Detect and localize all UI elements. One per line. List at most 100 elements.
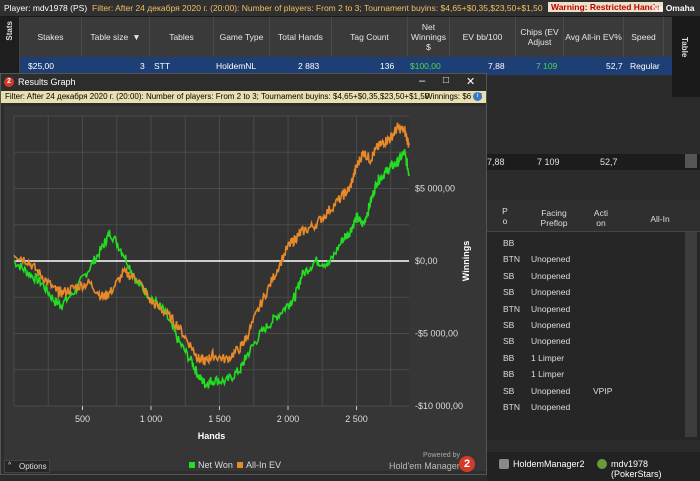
row-facing-preflop: Unopened xyxy=(531,287,571,298)
y-axis-title: Winnings xyxy=(461,241,471,281)
y-tick-label: -$10 000,00 xyxy=(415,401,463,411)
close-icon[interactable]: ✕ xyxy=(466,75,475,88)
hands-row[interactable]: BTN Unopened xyxy=(487,302,685,318)
row-position: BB xyxy=(503,369,515,380)
pokerstars-app-icon xyxy=(597,459,607,469)
hm-brand-logo: 2 xyxy=(459,456,475,472)
cell-tables: STT xyxy=(154,61,171,71)
info-icon[interactable]: i xyxy=(473,92,482,101)
cell-table-size: 3 xyxy=(140,61,145,71)
maximize-icon[interactable]: □ xyxy=(443,75,449,86)
col-chips-ev[interactable]: Chips (EV Adjust xyxy=(516,17,564,57)
row-action: VPIP xyxy=(593,385,613,396)
y-tick-label: $0,00 xyxy=(415,256,438,266)
filter-bar: Player: mdv1978 (PS) Filter: After 24 де… xyxy=(0,0,700,17)
col-table-size[interactable]: Table size ▼ xyxy=(82,17,150,57)
hands-row[interactable]: BB xyxy=(487,236,685,252)
window-titlebar[interactable]: 2 Results Graph – □ ✕ xyxy=(1,74,486,90)
row-position: BB xyxy=(503,238,515,248)
col-game-type[interactable]: Game Type xyxy=(214,17,270,57)
cell-ev-bb100: 7,88 xyxy=(488,61,505,71)
hands-table: P o Facing Preflop Acti on All-In BB BTN U… xyxy=(487,200,700,440)
row-position: BTN xyxy=(503,254,520,265)
row-position: SB xyxy=(503,385,515,396)
row-facing-preflop: Unopened xyxy=(531,336,571,347)
x-tick-label: 2 500 xyxy=(345,414,368,424)
restricted-hands-warning: Warning: Restricted Hands xyxy=(548,2,663,12)
legend-swatch xyxy=(237,462,243,468)
x-tick-label: 500 xyxy=(75,414,90,424)
row-position: BB xyxy=(503,352,515,363)
col-total-hands[interactable]: Total Hands xyxy=(270,17,332,57)
col-stakes[interactable]: Stakes xyxy=(20,17,82,57)
hands-row[interactable]: BB 1 Limper xyxy=(487,367,685,383)
col-action[interactable]: Acti on xyxy=(591,208,611,228)
x-tick-label: 1 000 xyxy=(140,414,163,424)
row-facing-preflop: Unopened xyxy=(531,385,571,396)
cell-speed: Regular xyxy=(630,61,660,71)
row-facing-preflop: Unopened xyxy=(531,320,571,330)
col-net-winnings[interactable]: Net Winnings $ xyxy=(408,17,450,57)
cell-total-hands: 2 883 xyxy=(298,61,320,71)
hands-row[interactable]: SB Unopened VPIP xyxy=(487,384,685,400)
hands-row[interactable]: SB Unopened xyxy=(487,269,685,285)
graph-filter-text: Filter: After 24 декабря 2020 г. (20:00)… xyxy=(5,92,430,101)
col-allin[interactable]: All-In xyxy=(645,214,675,224)
row-position: BTN xyxy=(503,303,520,314)
cell-tag-count: 136 xyxy=(380,61,395,71)
cell-game-type: HoldemNL xyxy=(216,61,257,71)
vertical-scrollbar[interactable] xyxy=(685,232,697,437)
col-speed[interactable]: Speed xyxy=(624,17,664,57)
hm-logo-icon: 2 xyxy=(4,77,14,87)
y-tick-label: $5 000,00 xyxy=(415,184,455,194)
col-position[interactable]: P o xyxy=(499,206,511,226)
row-position: SB xyxy=(503,336,515,347)
taskbar-app-pokerstars[interactable]: mdv1978 (PokerStars) xyxy=(611,459,700,479)
hands-row[interactable]: BTN Unopened xyxy=(487,400,685,416)
player-label[interactable]: Player: mdv1978 (PS) xyxy=(4,3,87,13)
row-facing-preflop: Unopened xyxy=(531,254,571,265)
cell-avg-allin-ev: 52,7 xyxy=(606,61,623,71)
legend-swatch xyxy=(189,462,195,468)
summary-ev: 7,88 xyxy=(487,157,505,167)
scrollbar[interactable] xyxy=(685,154,697,168)
hands-row[interactable]: SB Unopened xyxy=(487,285,685,301)
col-avg-allin-ev[interactable]: Avg All-in EV% xyxy=(564,17,624,57)
row-position: SB xyxy=(503,320,515,330)
summary-allin: 52,7 xyxy=(600,157,618,167)
table-tab-label: Table xyxy=(680,37,689,58)
row-facing-preflop: Unopened xyxy=(531,270,571,281)
row-position: BTN xyxy=(503,402,520,412)
hands-row[interactable]: SB Unopened xyxy=(487,318,685,334)
results-chart: 500 1 000 1 500 2 000 2 500 $5 000,00 $0,00 -$5… xyxy=(13,115,471,470)
hands-table-header: P o Facing Preflop Acti on All-In xyxy=(487,200,700,232)
minimize-icon[interactable]: – xyxy=(419,75,425,87)
taskbar-app-hm2[interactable]: HoldemManager2 xyxy=(513,459,585,469)
powered-by-text: Powered by xyxy=(423,452,460,459)
taskbar: HoldemManager2 mdv1978 (PokerStars) xyxy=(487,452,700,481)
summary-row: 7,88 7 109 52,7 xyxy=(487,154,700,170)
filter-text[interactable]: Filter: After 24 декабря 2020 г. (20:00)… xyxy=(92,3,543,13)
row-position: SB xyxy=(503,270,515,281)
row-facing-preflop: Unopened xyxy=(531,303,571,314)
hands-row[interactable]: SB Unopened xyxy=(487,334,685,350)
col-facing-preflop[interactable]: Facing Preflop xyxy=(529,208,579,228)
col-ev-bb100[interactable]: EV bb/100 xyxy=(450,17,516,57)
stats-side-tab[interactable]: Stats xyxy=(0,17,20,77)
hands-row[interactable]: BB 1 Limper xyxy=(487,351,685,367)
sort-desc-icon: ▼ xyxy=(132,32,141,42)
col-tag-count[interactable]: Tag Count xyxy=(332,17,408,57)
table-side-tab[interactable]: Table xyxy=(672,17,700,97)
graph-area: 500 1 000 1 500 2 000 2 500 $5 000,00 $0,00 -$5… xyxy=(4,106,486,471)
stats-tab-label: Stats xyxy=(5,21,14,41)
hands-row[interactable]: BTN Unopened xyxy=(487,252,685,268)
legend-label: All-In EV xyxy=(246,460,281,470)
col-tables[interactable]: Tables xyxy=(150,17,214,57)
summary-chips: 7 109 xyxy=(537,157,560,167)
graph-filter-bar: Filter: After 24 декабря 2020 г. (20:00)… xyxy=(1,91,486,103)
x-tick-label: 1 500 xyxy=(208,414,231,424)
legend-label: Net Won xyxy=(198,460,233,470)
options-button[interactable]: ^ Options xyxy=(4,460,50,473)
brand-text: Hold'em Manager xyxy=(389,461,460,471)
hm2-app-icon xyxy=(499,459,509,469)
